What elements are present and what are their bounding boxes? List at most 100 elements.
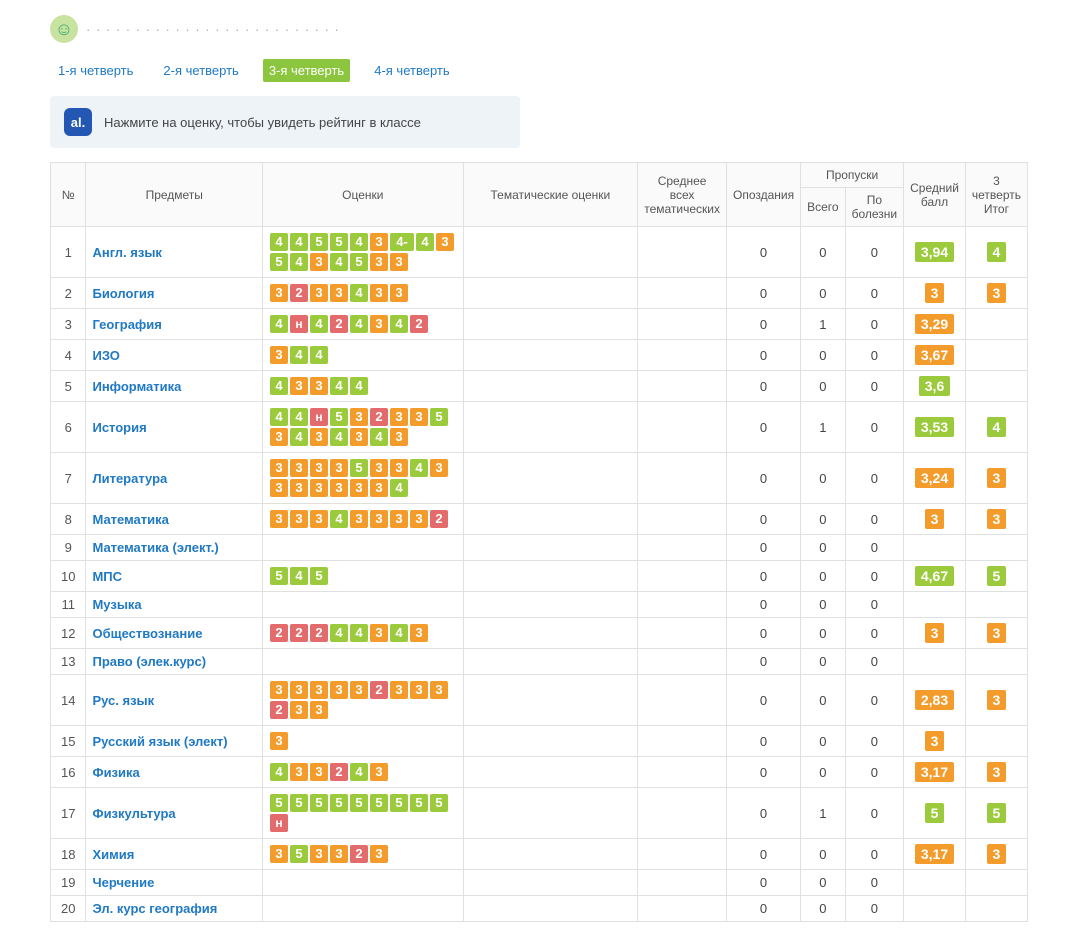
grade-mark[interactable]: 3 (290, 510, 308, 528)
grade-mark[interactable]: 4 (270, 763, 288, 781)
grade-mark[interactable]: 3 (270, 428, 288, 446)
grade-mark[interactable]: 3 (330, 284, 348, 302)
grade-mark[interactable]: 3 (390, 681, 408, 699)
grade-mark[interactable]: 3 (370, 253, 388, 271)
grade-mark[interactable]: 4 (270, 377, 288, 395)
grade-mark[interactable]: 3 (390, 253, 408, 271)
grade-mark[interactable]: 4 (350, 315, 368, 333)
grade-mark[interactable]: 3 (350, 479, 368, 497)
grade-mark[interactable]: 4 (290, 346, 308, 364)
grade-mark[interactable]: 3 (330, 479, 348, 497)
grade-mark[interactable]: 3 (310, 510, 328, 528)
grade-mark[interactable]: 4 (390, 624, 408, 642)
grade-mark[interactable]: 3 (310, 845, 328, 863)
grade-mark[interactable]: 4 (290, 253, 308, 271)
grade-mark[interactable]: 4 (330, 510, 348, 528)
grade-mark[interactable]: 2 (370, 681, 388, 699)
grade-mark[interactable]: 3 (370, 233, 388, 251)
grade-mark[interactable]: 4 (416, 233, 434, 251)
grade-mark[interactable]: н (290, 315, 308, 333)
subject-link[interactable]: Обществознание (92, 626, 202, 641)
grade-mark[interactable]: 5 (290, 845, 308, 863)
grade-mark[interactable]: 3 (290, 459, 308, 477)
grade-mark[interactable]: 4 (270, 408, 288, 426)
grade-mark[interactable]: 3 (290, 377, 308, 395)
grade-mark[interactable]: 3 (310, 253, 328, 271)
grade-mark[interactable]: 3 (370, 479, 388, 497)
grade-mark[interactable]: 2 (310, 624, 328, 642)
grade-mark[interactable]: 4 (350, 284, 368, 302)
grade-mark[interactable]: н (270, 814, 288, 832)
grade-mark[interactable]: 4 (310, 315, 328, 333)
grade-mark[interactable]: 4 (290, 408, 308, 426)
grade-mark[interactable]: 3 (370, 845, 388, 863)
grade-mark[interactable]: 3 (310, 701, 328, 719)
grade-mark[interactable]: 4 (350, 377, 368, 395)
quarter-tab-1[interactable]: 1-я четверть (52, 59, 139, 82)
grade-mark[interactable]: 4 (350, 763, 368, 781)
grade-mark[interactable]: 3 (410, 624, 428, 642)
grade-mark[interactable]: 3 (310, 681, 328, 699)
grade-mark[interactable]: 3 (330, 681, 348, 699)
grade-mark[interactable]: 3 (410, 510, 428, 528)
grade-mark[interactable]: 4 (410, 459, 428, 477)
grade-mark[interactable]: н (310, 408, 328, 426)
grade-mark[interactable]: 2 (350, 845, 368, 863)
grade-mark[interactable]: 5 (270, 567, 288, 585)
grade-mark[interactable]: 2 (370, 408, 388, 426)
quarter-tab-4[interactable]: 4-я четверть (368, 59, 455, 82)
subject-link[interactable]: Химия (92, 847, 134, 862)
grade-mark[interactable]: 3 (430, 681, 448, 699)
grade-mark[interactable]: 3 (270, 479, 288, 497)
grade-mark[interactable]: 4 (330, 253, 348, 271)
grade-mark[interactable]: 3 (370, 459, 388, 477)
grade-mark[interactable]: 3 (310, 763, 328, 781)
grade-mark[interactable]: 3 (370, 315, 388, 333)
grade-mark[interactable]: 3 (310, 428, 328, 446)
grade-mark[interactable]: 5 (350, 794, 368, 812)
subject-link[interactable]: Англ. язык (92, 245, 161, 260)
subject-link[interactable]: Информатика (92, 379, 181, 394)
grade-mark[interactable]: 3 (390, 459, 408, 477)
grade-mark[interactable]: 5 (370, 794, 388, 812)
grade-mark[interactable]: 5 (310, 233, 328, 251)
subject-link[interactable]: Биология (92, 286, 154, 301)
subject-link[interactable]: Русский язык (элект) (92, 734, 227, 749)
grade-mark[interactable]: 2 (290, 624, 308, 642)
grade-mark[interactable]: 3 (370, 510, 388, 528)
grade-mark[interactable]: 4 (270, 315, 288, 333)
subject-link[interactable]: Математика (элект.) (92, 540, 218, 555)
grade-mark[interactable]: 5 (390, 794, 408, 812)
grade-mark[interactable]: 3 (330, 845, 348, 863)
subject-link[interactable]: Музыка (92, 597, 141, 612)
grade-mark[interactable]: 3 (370, 284, 388, 302)
grade-mark[interactable]: 3 (350, 428, 368, 446)
grade-mark[interactable]: 5 (310, 794, 328, 812)
grade-mark[interactable]: 3 (270, 284, 288, 302)
grade-mark[interactable]: 3 (410, 408, 428, 426)
grade-mark[interactable]: 5 (290, 794, 308, 812)
grade-mark[interactable]: 5 (350, 459, 368, 477)
grade-mark[interactable]: 5 (270, 794, 288, 812)
grade-mark[interactable]: 3 (310, 284, 328, 302)
subject-link[interactable]: История (92, 420, 146, 435)
grade-mark[interactable]: 4 (310, 346, 328, 364)
grade-mark[interactable]: 3 (430, 459, 448, 477)
grade-mark[interactable]: 5 (330, 233, 348, 251)
grade-mark[interactable]: 4 (290, 428, 308, 446)
grade-mark[interactable]: 4 (270, 233, 288, 251)
subject-link[interactable]: Эл. курс география (92, 901, 217, 916)
grade-mark[interactable]: 3 (290, 701, 308, 719)
quarter-tab-2[interactable]: 2-я четверть (157, 59, 244, 82)
grade-mark[interactable]: 5 (430, 408, 448, 426)
grade-mark[interactable]: 5 (330, 408, 348, 426)
grade-mark[interactable]: 3 (270, 459, 288, 477)
grade-mark[interactable]: 4 (370, 428, 388, 446)
grade-mark[interactable]: 3 (350, 408, 368, 426)
grade-mark[interactable]: 2 (270, 701, 288, 719)
subject-link[interactable]: География (92, 317, 161, 332)
grade-mark[interactable]: 4- (390, 233, 414, 251)
subject-link[interactable]: Математика (92, 512, 168, 527)
grade-mark[interactable]: 4 (330, 428, 348, 446)
grade-mark[interactable]: 4 (290, 567, 308, 585)
